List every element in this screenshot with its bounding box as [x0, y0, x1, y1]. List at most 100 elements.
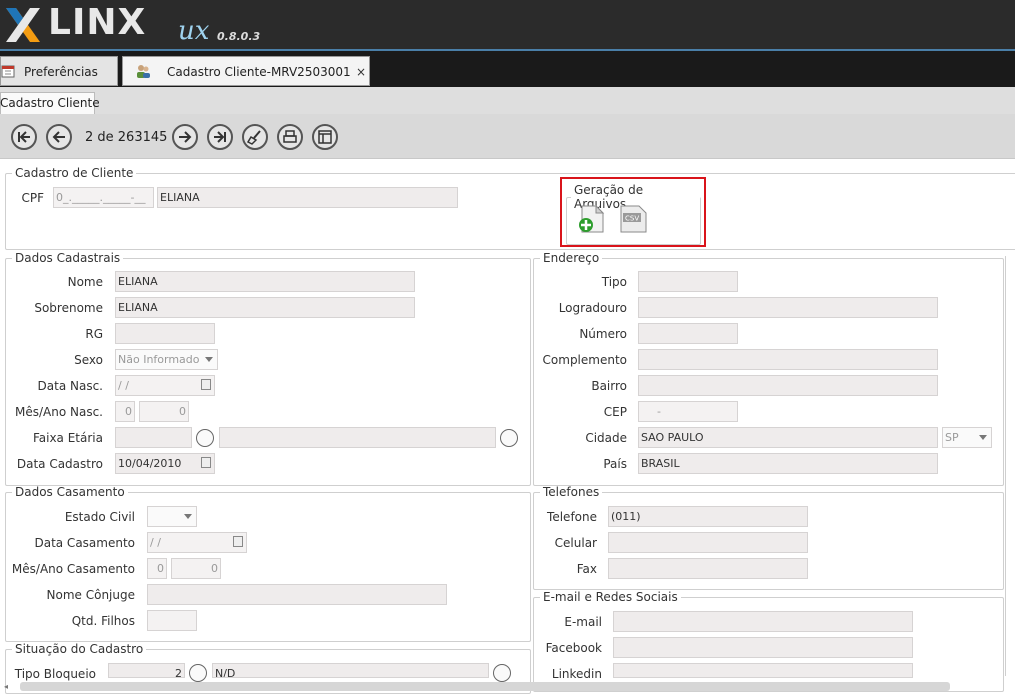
mes-ano-casamento-label: Mês/Ano Casamento	[11, 562, 135, 576]
search-icon[interactable]	[189, 664, 207, 682]
uf-select[interactable]: SP	[942, 427, 992, 448]
cadastro-cliente-panel: Cadastro de Cliente	[5, 166, 1015, 250]
brand-suffix: ux	[178, 16, 210, 46]
sexo-select[interactable]: Não Informado	[115, 349, 218, 370]
tab-cadastro-cliente[interactable]: Cadastro Cliente-MRV2503001 ×	[122, 56, 370, 86]
bairro-label: Bairro	[591, 379, 627, 393]
subtab-label: Cadastro Cliente	[0, 96, 100, 110]
scroll-left-icon[interactable]: ◂	[4, 682, 8, 691]
uf-value: SP	[945, 431, 959, 444]
last-record-button[interactable]	[207, 124, 233, 150]
side-panel-edge	[1005, 256, 1015, 676]
ano-casamento-field[interactable]: 0	[171, 558, 221, 579]
tab-preferencias-label: Preferências	[24, 65, 98, 79]
email-label: E-mail	[564, 615, 602, 629]
chevron-down-icon	[205, 357, 213, 362]
chevron-down-icon	[979, 435, 987, 440]
mes-casamento-field[interactable]: 0	[147, 558, 167, 579]
csv-file-icon[interactable]: CSV	[617, 204, 649, 234]
celular-label: Celular	[554, 536, 597, 550]
close-tab-icon[interactable]: ×	[356, 65, 366, 79]
pais-field[interactable]: BRASIL	[638, 453, 938, 474]
tipo-bloqueio-desc-field[interactable]: N/D	[212, 663, 489, 678]
fax-field[interactable]	[608, 558, 808, 579]
data-nasc-value: / /	[118, 379, 129, 392]
chevron-down-icon	[184, 514, 192, 519]
new-file-icon[interactable]	[576, 204, 606, 234]
cpf-label: CPF	[21, 191, 44, 205]
bairro-field[interactable]	[638, 375, 938, 396]
estado-civil-label: Estado Civil	[64, 510, 135, 524]
mes-nasc-field[interactable]: 0	[115, 401, 135, 422]
dados-cadastrais-legend: Dados Cadastrais	[15, 251, 121, 265]
cidade-field[interactable]: SAO PAULO	[638, 427, 938, 448]
tipo-bloqueio-label: Tipo Bloqueio	[14, 667, 96, 681]
complemento-label: Complemento	[542, 353, 627, 367]
fax-label: Fax	[576, 562, 597, 576]
tab-cadastro-label: Cadastro Cliente-MRV2503001	[167, 65, 351, 79]
numero-field[interactable]	[638, 323, 738, 344]
nome-field[interactable]: ELIANA	[115, 271, 415, 292]
data-casamento-field[interactable]: / /	[147, 532, 247, 553]
nome-conjuge-label: Nome Cônjuge	[46, 588, 135, 602]
next-record-button[interactable]	[172, 124, 198, 150]
last-record-icon	[214, 131, 226, 143]
search-icon[interactable]	[196, 429, 214, 447]
rg-label: RG	[85, 327, 103, 341]
dados-casamento-legend: Dados Casamento	[15, 485, 125, 499]
tipo-field[interactable]	[638, 271, 738, 292]
data-nasc-field[interactable]: / /	[115, 375, 215, 396]
ano-nasc-field[interactable]: 0	[139, 401, 189, 422]
cep-field[interactable]: -	[638, 401, 738, 422]
print-button[interactable]	[277, 124, 303, 150]
telefone-field[interactable]: (011)	[608, 506, 808, 527]
rg-field[interactable]	[115, 323, 215, 344]
brand-name: LINX	[48, 2, 147, 43]
search-icon[interactable]	[493, 664, 511, 682]
cep-label: CEP	[603, 405, 627, 419]
estado-civil-select[interactable]	[147, 506, 197, 527]
linkedin-field[interactable]	[613, 663, 913, 678]
qtd-filhos-field[interactable]	[147, 610, 197, 631]
calendar-icon[interactable]	[201, 457, 211, 468]
sobrenome-field[interactable]: ELIANA	[115, 297, 415, 318]
horizontal-scrollbar[interactable]	[20, 682, 950, 691]
facebook-field[interactable]	[613, 637, 913, 658]
calendar-icon[interactable]	[233, 536, 243, 547]
email-field[interactable]	[613, 611, 913, 632]
tipo-bloqueio-field[interactable]: 2	[108, 663, 185, 678]
cpf-name-field[interactable]: ELIANA	[157, 187, 458, 208]
cpf-input[interactable]: 0_._____._____-__	[53, 187, 154, 208]
printer-icon	[283, 130, 297, 143]
window-button[interactable]	[312, 124, 338, 150]
logradouro-field[interactable]	[638, 297, 938, 318]
clear-button[interactable]	[242, 124, 268, 150]
calendar-icon	[1, 65, 15, 78]
data-casamento-label: Data Casamento	[34, 536, 135, 550]
tab-preferencias[interactable]: Preferências	[0, 56, 118, 86]
first-record-button[interactable]	[11, 124, 37, 150]
telefones-legend: Telefones	[543, 485, 600, 499]
mes-ano-nasc-label: Mês/Ano Nasc.	[15, 405, 103, 419]
window-icon	[318, 130, 332, 144]
arrow-right-icon	[179, 131, 192, 143]
users-icon	[137, 65, 150, 78]
complemento-field[interactable]	[638, 349, 938, 370]
nome-label: Nome	[67, 275, 103, 289]
celular-field[interactable]	[608, 532, 808, 553]
faixa-etaria-code-field[interactable]	[115, 427, 192, 448]
previous-record-button[interactable]	[46, 124, 72, 150]
nome-conjuge-field[interactable]	[147, 584, 447, 605]
faixa-etaria-desc-field[interactable]	[219, 427, 496, 448]
data-cadastro-field[interactable]: 10/04/2010	[115, 453, 215, 474]
pais-label: País	[603, 457, 627, 471]
arrow-left-icon	[52, 131, 65, 143]
csv-file-text: CSV	[625, 215, 639, 223]
data-cadastro-label: Data Cadastro	[16, 457, 103, 471]
broom-icon	[246, 130, 261, 145]
tipo-label: Tipo	[601, 275, 627, 289]
search-icon[interactable]	[500, 429, 518, 447]
telefone-label: Telefone	[547, 510, 597, 524]
calendar-icon[interactable]	[201, 379, 211, 390]
data-cadastro-value: 10/04/2010	[118, 457, 182, 470]
